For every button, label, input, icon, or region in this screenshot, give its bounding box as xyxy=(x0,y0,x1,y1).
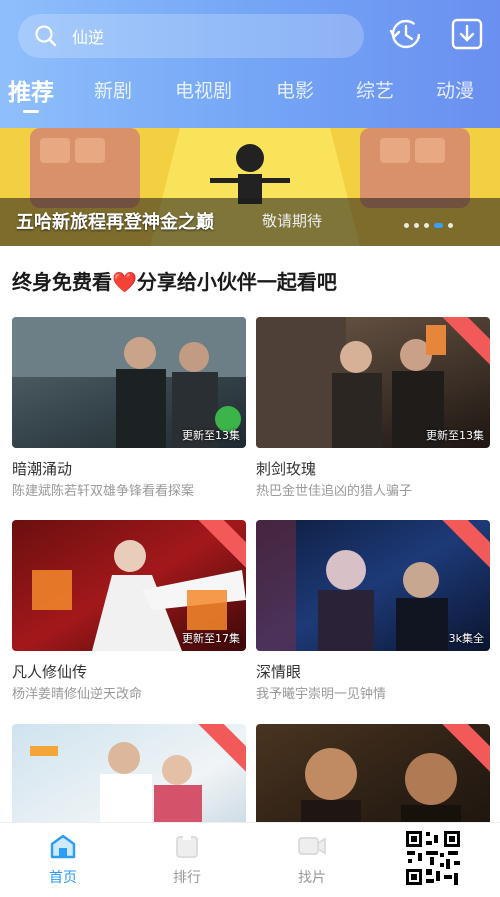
video-thumbnail: 更新至13集 xyxy=(12,317,246,448)
qr-code xyxy=(404,829,462,887)
episode-badge: 更新至13集 xyxy=(426,429,484,442)
episode-badge: 更新至17集 xyxy=(182,632,240,645)
video-thumbnail: 更新至13集 xyxy=(256,317,490,448)
video-thumbnail: 更新至17集 xyxy=(12,520,246,651)
video-desc: 陈建斌陈若轩双雄争锋看看探案 xyxy=(12,484,195,499)
carousel-dot xyxy=(404,223,409,228)
tab-indicator xyxy=(23,110,39,113)
video-title: 暗潮涌动 xyxy=(12,460,73,478)
nav-discover[interactable]: 找片 xyxy=(282,833,342,887)
category-tabs: 推荐 新剧 电视剧 电影 综艺 动漫 xyxy=(0,70,500,116)
banner-title: 五哈新旅程再登神金之巅 xyxy=(16,212,214,233)
episode-badge: 更新至13集 xyxy=(182,429,240,442)
episode-badge: 3k集全 xyxy=(448,632,484,645)
carousel-dot xyxy=(414,223,419,228)
carousel-dot xyxy=(448,223,453,228)
download-icon[interactable] xyxy=(450,17,484,51)
ranking-icon xyxy=(176,834,198,858)
banner[interactable]: 五哈新旅程再登神金之巅 敬请期待 xyxy=(0,128,500,246)
tab-variety[interactable]: 综艺 xyxy=(356,76,394,103)
bottom-nav: 首页 排行 找片 xyxy=(0,822,500,897)
tab-movie[interactable]: 电影 xyxy=(276,76,314,103)
video-desc: 我予曦宇崇明一见钟情 xyxy=(256,687,387,702)
video-title: 刺剑玫瑰 xyxy=(256,460,317,478)
video-camera-icon xyxy=(298,837,326,855)
nav-ranking[interactable]: 排行 xyxy=(157,833,217,887)
video-title: 凡人修仙传 xyxy=(12,663,88,681)
tab-tv[interactable]: 电视剧 xyxy=(175,76,232,103)
video-desc: 热巴金世佳追凶的猎人骗子 xyxy=(256,484,413,499)
banner-subtitle: 敬请期待 xyxy=(262,212,323,230)
home-icon xyxy=(50,834,76,859)
video-card[interactable]: 3k集全 深情眼 我予曦宇崇明一见钟情 xyxy=(256,520,490,703)
search-icon xyxy=(35,25,57,47)
video-card[interactable]: 更新至13集 刺剑玫瑰 热巴金世佳追凶的猎人骗子 xyxy=(256,317,490,500)
carousel-dot xyxy=(424,223,429,228)
section-title: 终身免费看❤️分享给小伙伴一起看吧 xyxy=(12,270,337,294)
nav-home[interactable]: 首页 xyxy=(33,833,93,887)
carousel-dot-active xyxy=(434,223,443,228)
tab-new[interactable]: 新剧 xyxy=(94,76,132,103)
nav-ranking-label: 排行 xyxy=(173,870,201,886)
history-icon[interactable] xyxy=(388,17,422,51)
tab-anime[interactable]: 动漫 xyxy=(436,76,474,103)
nav-discover-label: 找片 xyxy=(298,870,326,886)
tab-recommend[interactable]: 推荐 xyxy=(8,73,54,107)
search-input[interactable]: 仙逆 xyxy=(72,24,104,48)
search-bar[interactable]: 仙逆 xyxy=(18,14,364,58)
carousel-indicator xyxy=(404,223,453,228)
video-thumbnail: 3k集全 xyxy=(256,520,490,651)
video-desc: 杨洋姜晴修仙逆天改命 xyxy=(12,687,143,702)
video-card[interactable]: 更新至17集 凡人修仙传 杨洋姜晴修仙逆天改命 xyxy=(12,520,246,703)
header: 仙逆 推荐 新剧 电视剧 电影 综艺 动漫 xyxy=(0,0,500,128)
video-card[interactable]: 更新至13集 暗潮涌动 陈建斌陈若轩双雄争锋看看探案 xyxy=(12,317,246,500)
nav-home-label: 首页 xyxy=(49,870,77,886)
video-title: 深情眼 xyxy=(256,663,302,681)
